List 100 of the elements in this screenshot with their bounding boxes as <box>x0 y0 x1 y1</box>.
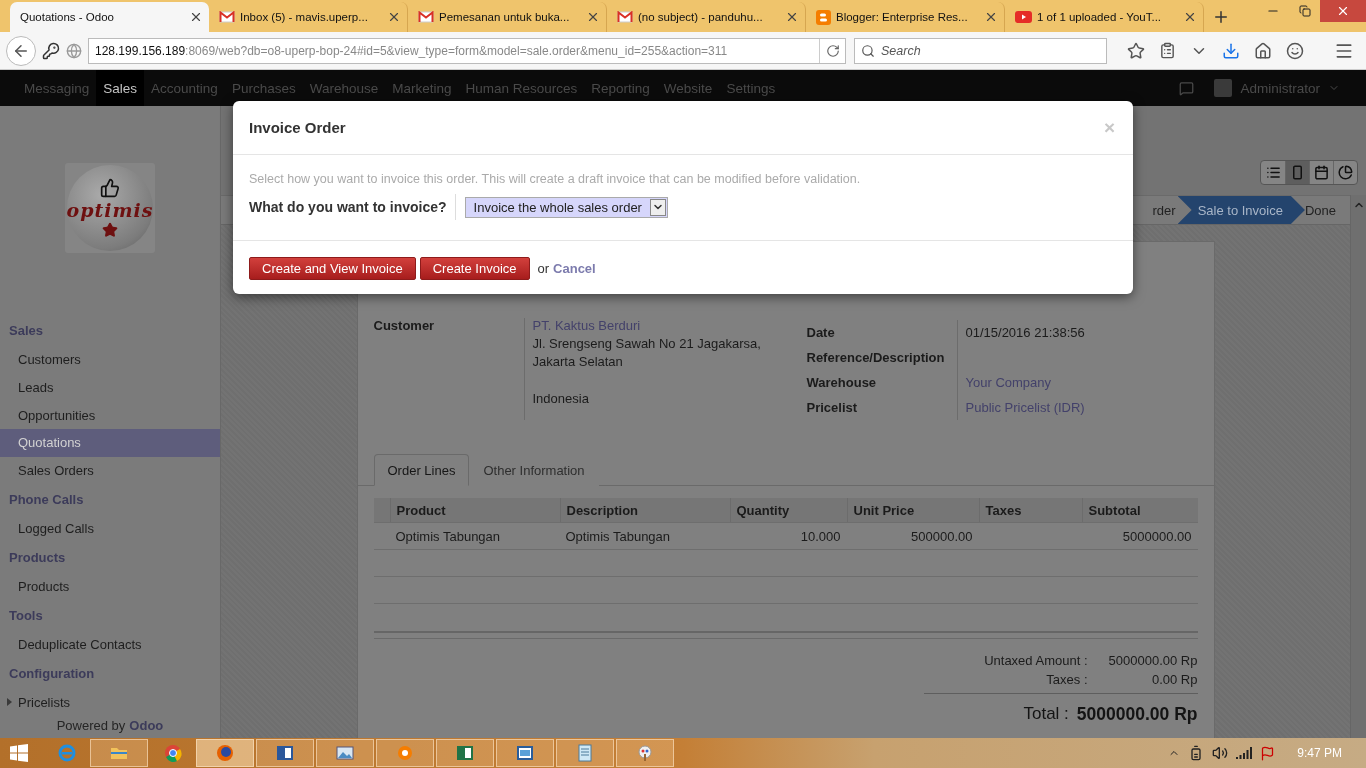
field-link[interactable]: Your Company <box>965 375 1051 390</box>
sidebar-item[interactable]: Opportunities <box>0 401 220 429</box>
url-path: :8069/web?db=o8-uperp-bop-24#id=5&view_type=form&model=sale.order&menu_id=255&action=311 <box>185 43 729 58</box>
customer-link[interactable]: PT. Kaktus Berduri <box>532 318 807 333</box>
scrollbar[interactable] <box>1350 195 1366 738</box>
search-icon <box>861 43 875 58</box>
brand-link[interactable]: Odoo <box>129 717 164 733</box>
column-header[interactable]: Quantity <box>729 498 847 522</box>
picture-viewer-icon <box>515 743 535 763</box>
view-switch-button[interactable] <box>1285 161 1309 184</box>
reload-icon[interactable] <box>825 43 840 58</box>
new-tab-icon[interactable] <box>1212 8 1230 26</box>
key-icon[interactable] <box>42 41 60 60</box>
blogger-icon <box>395 743 415 763</box>
blogger-icon <box>816 9 831 25</box>
flag-icon[interactable] <box>1260 745 1276 761</box>
taskbar-button[interactable] <box>436 739 494 767</box>
status-stage[interactable]: Done <box>1304 196 1350 224</box>
column-header[interactable]: Description <box>559 498 730 522</box>
column-header[interactable]: Product <box>389 498 560 522</box>
mail-icon <box>418 11 434 23</box>
total-label: Untaxed Amount : <box>984 653 1089 668</box>
menu-item[interactable]: Messaging <box>17 70 97 106</box>
close-icon[interactable] <box>984 10 998 24</box>
home-icon[interactable] <box>1254 41 1272 60</box>
menu-item[interactable]: Sales <box>96 70 145 106</box>
list-icon <box>1265 165 1281 180</box>
status-stage[interactable]: Sale to Invoice <box>1177 196 1305 224</box>
invoice-button[interactable]: Create and View Invoice <box>249 257 416 280</box>
taskbar-button[interactable] <box>256 739 314 767</box>
invoice-select[interactable]: Invoice the whole sales order <box>464 196 668 218</box>
invoice-button[interactable]: Create Invoice <box>419 257 530 280</box>
reading-list-icon[interactable] <box>1159 42 1176 59</box>
table-cell-text: 10.000 <box>799 527 842 546</box>
dialog-description: Select how you want to invoice this order. This will create a draft invoice that can be modified before validation. <box>249 172 862 186</box>
taskbar-button[interactable] <box>316 739 374 767</box>
sidebar-item[interactable]: Quotations <box>0 428 220 457</box>
restore-icon[interactable] <box>1299 5 1311 17</box>
sidebar-section-title: Tools <box>8 606 44 625</box>
close-icon[interactable] <box>785 10 799 24</box>
address-line: Jl. Srengseng Sawah No 21 Jagakarsa, <box>532 336 762 351</box>
signal-icon[interactable] <box>1236 747 1253 759</box>
windows-start-icon[interactable] <box>10 744 28 762</box>
logo-text: optimis <box>66 198 154 221</box>
column-header[interactable]: Taxes <box>978 498 1082 522</box>
field-label: Date <box>806 325 835 340</box>
image-app-icon <box>335 743 355 763</box>
ie-icon <box>57 743 77 763</box>
table-cell-text: 500000.00 <box>910 527 974 546</box>
close-icon[interactable] <box>189 10 203 24</box>
sidebar-item[interactable]: Leads <box>0 373 220 402</box>
address-bar[interactable]: 128.199.156.189:8069/web?db=o8-uperp-bop-24#id=5&view_type=form&model=sale.order&menu_id=255&action=311 <box>88 37 846 64</box>
total-label: Total : <box>1023 704 1069 725</box>
close-icon[interactable] <box>586 10 600 24</box>
globe-icon <box>66 42 82 59</box>
clock[interactable]: 9:47 PM <box>1297 746 1342 760</box>
sidebar-item[interactable]: Sales Orders <box>0 456 220 485</box>
field-label: Customer <box>373 318 436 335</box>
total-label: Taxes : <box>1045 672 1089 687</box>
status-stage[interactable]: rder <box>1152 196 1178 224</box>
sidebar-section-title: Configuration <box>8 664 96 683</box>
column-header[interactable]: Subtotal <box>1081 498 1198 522</box>
sidebar-item[interactable]: Pricelists <box>0 688 220 717</box>
total-value: 5000000.00 Rp <box>1107 653 1198 668</box>
menu-item[interactable]: Accounting <box>144 70 225 106</box>
field-label: Warehouse <box>806 375 877 390</box>
sidebar-item[interactable]: Deduplicate Contacts <box>0 630 220 659</box>
smiley-icon[interactable] <box>1286 41 1304 60</box>
user-name[interactable]: Administrator <box>1240 80 1320 96</box>
table-cell-text: 5000000.00 <box>1121 527 1193 546</box>
sidebar-item[interactable]: Logged Calls <box>0 514 220 543</box>
field-link[interactable]: Public Pricelist (IDR) <box>965 400 1085 415</box>
download-icon[interactable] <box>1222 41 1240 60</box>
address-line: Jakarta Selatan <box>532 354 624 369</box>
notebook-tab[interactable]: Order Lines <box>373 454 470 486</box>
mail-icon <box>219 11 235 23</box>
spreadsheet-app-icon <box>455 743 475 763</box>
or-text: or <box>537 261 550 276</box>
field-label: Pricelist <box>806 400 858 415</box>
close-icon <box>1336 4 1350 18</box>
sidebar-item[interactable]: Products <box>0 572 220 601</box>
sidebar-item[interactable]: Customers <box>0 345 220 374</box>
video-icon <box>1015 11 1032 23</box>
taskbar-button[interactable] <box>196 739 254 767</box>
field-label: Reference/Description <box>806 350 945 365</box>
bookmark-star-icon[interactable] <box>1127 41 1145 60</box>
cancel-link[interactable]: Cancel <box>553 261 596 276</box>
close-icon[interactable] <box>387 10 401 24</box>
url-host: 128.199.156.189 <box>95 43 186 58</box>
calendar-icon <box>1314 165 1329 180</box>
field-label: What do you want to invoice? <box>249 194 456 220</box>
back-button[interactable] <box>6 35 36 66</box>
firefox-icon <box>215 743 235 763</box>
volume-icon[interactable] <box>1212 745 1229 761</box>
taskbar-button[interactable] <box>496 739 554 767</box>
column-header[interactable]: Unit Price <box>846 498 979 522</box>
browser-tab[interactable]: Quotations - Odoo <box>10 2 209 32</box>
search-field[interactable]: Search <box>854 37 1107 64</box>
form-icon <box>1290 165 1305 180</box>
close-icon[interactable] <box>1183 10 1197 24</box>
